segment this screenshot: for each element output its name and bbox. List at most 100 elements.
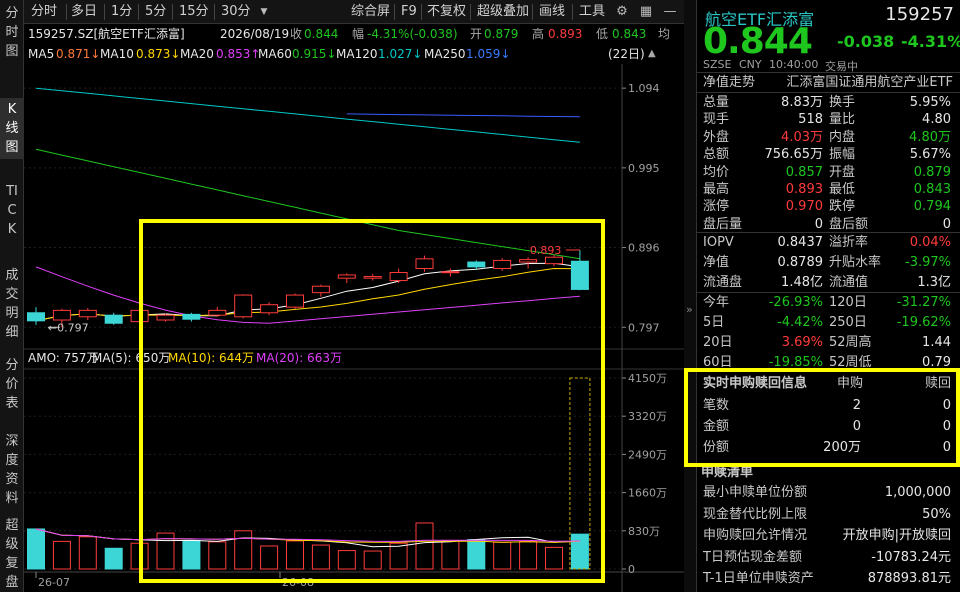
stat-value: 0.843 [913, 182, 951, 197]
low-value: 0.843 [612, 27, 647, 41]
grid-icon[interactable]: ▦ [638, 4, 654, 20]
highlight-box-subscription [684, 368, 960, 467]
period-count-badge[interactable]: (22日) [608, 44, 645, 64]
stat-value: 5.95% [909, 95, 951, 110]
low-marker-label: ←0.797 [48, 321, 89, 334]
volume-tick-label: 1660万 [628, 487, 667, 500]
period-tab-15min[interactable]: 15分 [176, 3, 212, 21]
stat-value: 1.3亿 [917, 275, 951, 290]
stat-label: 跌停 [829, 199, 856, 215]
composite-screen-button[interactable]: 综合屏 [348, 3, 393, 21]
fund-code: 159257 [885, 4, 954, 25]
quote-info-line: 159257.SZ[航空ETF汇添富] 2026/08/19 收 0.844 幅… [24, 24, 684, 44]
amp-value: -4.31%(-0.038) [367, 27, 458, 41]
stat-label: 溢折率 [829, 235, 869, 250]
toolbar-divider [532, 4, 533, 20]
stat-value: 0.8789 [777, 255, 824, 270]
redemption-list-value: 878893.81元 [867, 571, 951, 586]
nav-trend-link[interactable]: 净值走势 [703, 73, 755, 92]
minus-icon[interactable]: — [662, 4, 678, 20]
super-overlay-button[interactable]: 超级叠加 [474, 3, 532, 21]
redemption-list-row: 申购赎回允许情况 开放申购|开放赎回 [697, 526, 960, 545]
currency-label: CNY [739, 58, 762, 71]
avg-label: 均 [658, 27, 671, 41]
stat-row: 外盘 4.03万 内盘 4.80万 [697, 128, 960, 147]
no-adjust-button[interactable]: 不复权 [424, 3, 469, 21]
ma10-value: 0.873↓ [136, 47, 181, 61]
stat-value: 0 [942, 216, 951, 232]
ma5-value: 0.871↓ [56, 47, 101, 61]
period-tab-duori[interactable]: 多日 [68, 3, 100, 21]
redemption-list-value: 1,000,000 [884, 485, 951, 500]
amp-label: 幅 [352, 27, 365, 41]
redemption-list-value: 50% [922, 506, 951, 522]
stat-label: 52周高 [829, 335, 872, 350]
vtab-6[interactable]: 超级复盘 [0, 514, 24, 592]
f9-button[interactable]: F9 [398, 3, 420, 21]
stat-label: 现手 [703, 112, 730, 128]
stat-row: 现手 518 量比 4.80 [697, 110, 960, 129]
ma250-value: 1.059↓ [466, 47, 511, 61]
vtab-5[interactable]: 深度资料 [0, 430, 24, 510]
bar-date: 2026/08/19 [220, 27, 290, 41]
high-value: 0.893 [548, 27, 583, 41]
stat-label: 换手 [829, 95, 856, 110]
ma250-label: MA250 [424, 47, 466, 61]
stat-label: 净值 [703, 255, 730, 270]
toolbar-divider [394, 4, 395, 20]
ma250-line [346, 113, 580, 118]
draw-line-button[interactable]: 画线 [536, 3, 568, 21]
toolbar-divider [214, 4, 215, 20]
stat-value: -31.27% [896, 295, 951, 310]
stat-label: 流通值 [829, 275, 869, 290]
candle-body[interactable] [78, 309, 97, 318]
stat-row: 均价 0.857 开盘 0.879 [697, 163, 960, 182]
close-value: 0.844 [304, 27, 339, 41]
stat-label: 总额 [703, 147, 730, 163]
volume-bar [27, 528, 45, 570]
redemption-list-label: 现金替代比例上限 [703, 506, 808, 522]
stat-value: 1.44 [922, 335, 951, 350]
vertical-tab-bar: 分时图 K线图 TICK 成交明细分价表深度资料超级复盘 [0, 0, 24, 592]
price-tick-label: 0.995 [628, 162, 660, 175]
stat-value: 4.80万 [909, 129, 951, 145]
tools-button[interactable]: 工具 [576, 3, 608, 21]
panel-collapse-strip[interactable]: » [684, 0, 696, 592]
stat-label: 5日 [703, 315, 725, 330]
volume-tick-label: 2490万 [628, 448, 667, 461]
volume-tick-label: 0 [628, 563, 635, 576]
vtab-1[interactable]: K线图 [0, 98, 24, 159]
stat-label: 内盘 [829, 129, 856, 145]
stat-value: -26.93% [768, 295, 823, 310]
candle-body[interactable] [27, 312, 45, 322]
volume-tick-label: 830万 [628, 525, 660, 538]
triangle-down-icon[interactable]: ▼ [256, 4, 272, 20]
chart-toolbar: 分时 多日 1分 5分 15分 30分 ▼ 综合屏 F9 不复权 超级叠加 画线… [24, 0, 684, 24]
low-label: 低 [596, 27, 609, 41]
vtab-4[interactable]: 分价表 [0, 354, 24, 415]
candle-body[interactable] [52, 309, 71, 321]
triangle-up-icon[interactable]: ▲ [648, 44, 656, 64]
redemption-list-value: 开放申购|开放赎回 [842, 528, 951, 543]
stat-label: 最高 [703, 182, 730, 197]
gear-icon[interactable]: ⚙ [614, 4, 630, 20]
vtab-2[interactable]: TICK [0, 180, 24, 241]
quote-side-panel: 航空ETF汇添富 159257 0.844 -0.038 -4.31% SZSE… [696, 0, 960, 592]
period-tab-1min[interactable]: 1分 [108, 3, 135, 21]
last-price: 0.844 [703, 21, 813, 62]
candle-body[interactable] [104, 314, 123, 324]
stat-value: 4.03万 [781, 129, 823, 145]
redemption-list-label: 最小申赎单位份额 [703, 485, 808, 500]
stat-value: 1.48亿 [781, 275, 823, 290]
period-tab-fenshi[interactable]: 分时 [28, 3, 60, 21]
stat-value: 756.65万 [764, 147, 824, 163]
double-chevron-right-icon[interactable]: » [686, 303, 693, 316]
vtab-0[interactable]: 分时图 [0, 2, 24, 63]
vtab-3[interactable]: 成交明细 [0, 264, 24, 344]
stat-label: IOPV [703, 235, 734, 250]
period-tab-30min[interactable]: 30分 [218, 3, 254, 21]
stat-value: 0 [814, 216, 823, 232]
period-tab-5min[interactable]: 5分 [142, 3, 169, 21]
price-tick-label: 0.797 [628, 321, 660, 334]
highlight-box-chart [139, 219, 605, 583]
